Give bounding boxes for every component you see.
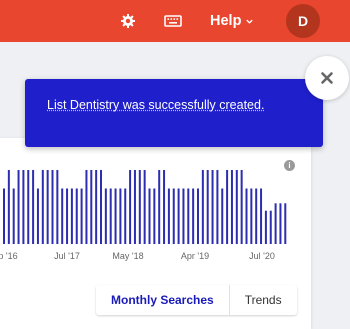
tab-monthly-searches[interactable]: Monthly Searches: [96, 285, 229, 315]
gear-icon[interactable]: [118, 11, 138, 31]
success-toast: List Dentistry was successfully created.: [25, 79, 323, 147]
chart-tabs: Monthly Searches Trends: [96, 285, 297, 315]
keyboard-icon[interactable]: [163, 11, 183, 31]
toast-message: List Dentistry was successfully created.: [47, 98, 265, 112]
tab-trends[interactable]: Trends: [228, 285, 297, 315]
close-button[interactable]: [305, 56, 349, 100]
close-icon: [321, 72, 333, 84]
avatar-initial: D: [297, 13, 309, 29]
info-icon[interactable]: i: [284, 160, 295, 171]
avatar[interactable]: D: [286, 4, 320, 38]
top-bar: Help D: [0, 0, 350, 42]
chevron-down-icon: [246, 19, 254, 24]
help-menu-button[interactable]: Help: [210, 12, 254, 30]
help-label: Help: [210, 13, 242, 29]
